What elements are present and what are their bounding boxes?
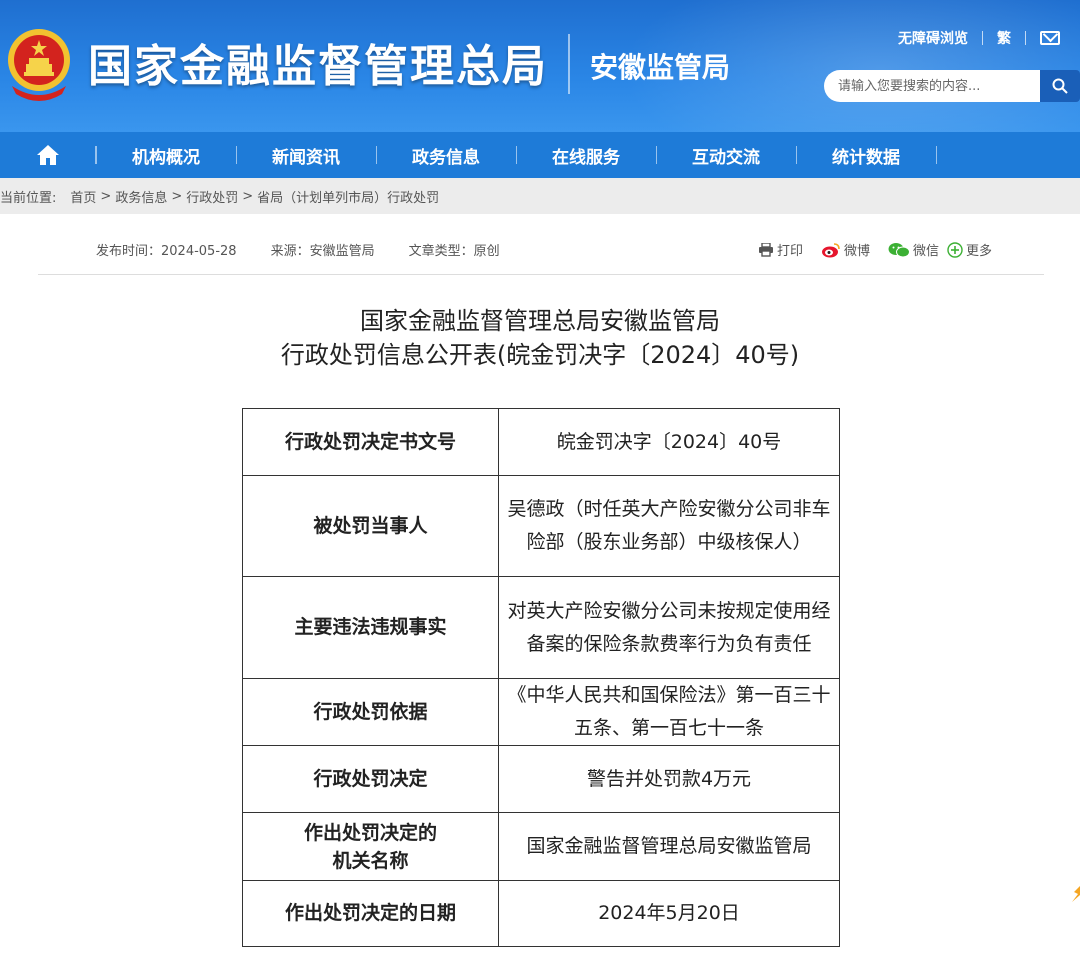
- more-label: 更多: [965, 244, 992, 259]
- table-row: 行政处罚决定书文号 皖金罚决字〔2024〕40号: [242, 408, 840, 476]
- home-icon: [37, 145, 59, 165]
- table-key: 被处罚当事人: [242, 475, 499, 577]
- article-title-line2: 行政处罚信息公开表(皖金罚决字〔2024〕40号): [280, 341, 800, 369]
- print-button[interactable]: 打印: [758, 240, 803, 259]
- breadcrumb-home[interactable]: 首页: [70, 187, 96, 206]
- traditional-chinese-link[interactable]: 繁: [997, 28, 1011, 48]
- weibo-label: 微博: [843, 244, 870, 259]
- search-input[interactable]: [824, 70, 1040, 102]
- breadcrumb-provincial-penalty[interactable]: 省局（计划单列市局）行政处罚: [257, 187, 439, 206]
- search-box: [824, 70, 1080, 102]
- table-key: 主要违法违规事实: [242, 576, 499, 679]
- article-title: 国家金融监督管理总局安徽监管局 行政处罚信息公开表(皖金罚决字〔2024〕40号…: [0, 304, 1080, 372]
- nav-item-online-service[interactable]: 在线服务: [516, 132, 656, 178]
- toolbar-divider: [1025, 31, 1026, 45]
- breadcrumb-government-info[interactable]: 政务信息: [115, 187, 167, 206]
- main-nav: 机构概况 新闻资讯 政务信息 在线服务 互动交流 统计数据: [0, 132, 1080, 178]
- table-key: 作出处罚决定的日期: [242, 880, 499, 947]
- table-row: 作出处罚决定的机关名称 国家金融监督管理总局安徽监管局: [242, 812, 840, 881]
- nav-divider: [936, 132, 946, 178]
- more-share-button[interactable]: 更多: [947, 240, 992, 259]
- breadcrumb: 当前位置: 首页 > 政务信息 > 行政处罚 > 省局（计划单列市局）行政处罚: [0, 178, 1080, 214]
- publish-time: 发布时间：2024-05-28: [96, 244, 237, 259]
- table-value: 吴德政（时任英大产险安徽分公司非车险部（股东业务部）中级核保人）: [498, 475, 840, 577]
- breadcrumb-penalty[interactable]: 行政处罚: [186, 187, 238, 206]
- article-title-line1: 国家金融监督管理总局安徽监管局: [360, 307, 720, 335]
- nav-item-statistics[interactable]: 统计数据: [796, 132, 936, 178]
- wechat-icon: [888, 242, 910, 257]
- header-toolbar: 无障碍浏览 繁: [898, 28, 1060, 48]
- nav-home[interactable]: [0, 132, 96, 178]
- meta-divider: [38, 274, 1044, 275]
- table-value: 警告并处罚款4万元: [498, 745, 840, 813]
- toolbar-divider: [982, 31, 983, 45]
- breadcrumb-separator: >: [171, 188, 183, 204]
- nav-item-interaction[interactable]: 互动交流: [656, 132, 796, 178]
- nav-item-government-info[interactable]: 政务信息: [376, 132, 516, 178]
- sub-title[interactable]: 安徽监管局: [590, 46, 730, 86]
- national-emblem-icon: [8, 29, 70, 101]
- breadcrumb-separator: >: [242, 188, 254, 204]
- plus-circle-icon: [947, 241, 963, 258]
- wechat-share-button[interactable]: 微信: [888, 240, 939, 259]
- search-button[interactable]: [1040, 70, 1080, 102]
- breadcrumb-separator: >: [100, 188, 112, 204]
- table-row: 行政处罚决定 警告并处罚款4万元: [242, 745, 840, 813]
- table-value: 《中华人民共和国保险法》第一百三十五条、第一百七十一条: [498, 678, 840, 746]
- table-key: 行政处罚决定: [242, 745, 499, 813]
- nav-item-news[interactable]: 新闻资讯: [236, 132, 376, 178]
- print-label: 打印: [776, 244, 803, 259]
- article-type: 文章类型：原创: [408, 244, 500, 259]
- table-key: 作出处罚决定的机关名称: [242, 812, 499, 881]
- float-widget-icon[interactable]: [1072, 886, 1080, 902]
- nav-item-institution[interactable]: 机构概况: [96, 132, 236, 178]
- table-value: 2024年5月20日: [498, 880, 840, 947]
- site-header: 国家金融监督管理总局 安徽监管局 无障碍浏览 繁: [0, 0, 1080, 132]
- table-key: 行政处罚依据: [242, 678, 499, 746]
- article-source: 来源：安徽监管局: [270, 244, 375, 259]
- mail-icon[interactable]: [1040, 31, 1060, 45]
- breadcrumb-label: 当前位置:: [0, 190, 57, 206]
- share-bar: 打印 微博 微信 更多: [740, 240, 992, 259]
- accessibility-link[interactable]: 无障碍浏览: [898, 28, 968, 48]
- title-divider: [568, 34, 570, 94]
- site-title[interactable]: 国家金融监督管理总局: [88, 30, 548, 94]
- search-icon: [1052, 78, 1068, 94]
- wechat-label: 微信: [912, 244, 939, 259]
- table-row: 被处罚当事人 吴德政（时任英大产险安徽分公司非车险部（股东业务部）中级核保人）: [242, 475, 840, 577]
- printer-icon: [758, 242, 773, 257]
- table-key: 行政处罚决定书文号: [242, 408, 499, 476]
- article-meta: 发布时间：2024-05-28 来源：安徽监管局 文章类型：原创: [96, 240, 534, 259]
- table-row: 作出处罚决定的日期 2024年5月20日: [242, 880, 840, 947]
- table-value: 皖金罚决字〔2024〕40号: [498, 408, 840, 476]
- penalty-info-table: 行政处罚决定书文号 皖金罚决字〔2024〕40号 被处罚当事人 吴德政（时任英大…: [242, 408, 840, 947]
- table-value: 国家金融监督管理总局安徽监管局: [498, 812, 840, 881]
- weibo-share-button[interactable]: 微博: [821, 240, 870, 259]
- weibo-icon: [821, 242, 840, 257]
- table-row: 行政处罚依据 《中华人民共和国保险法》第一百三十五条、第一百七十一条: [242, 678, 840, 746]
- table-value: 对英大产险安徽分公司未按规定使用经备案的保险条款费率行为负有责任: [498, 576, 840, 679]
- table-row: 主要违法违规事实 对英大产险安徽分公司未按规定使用经备案的保险条款费率行为负有责…: [242, 576, 840, 679]
